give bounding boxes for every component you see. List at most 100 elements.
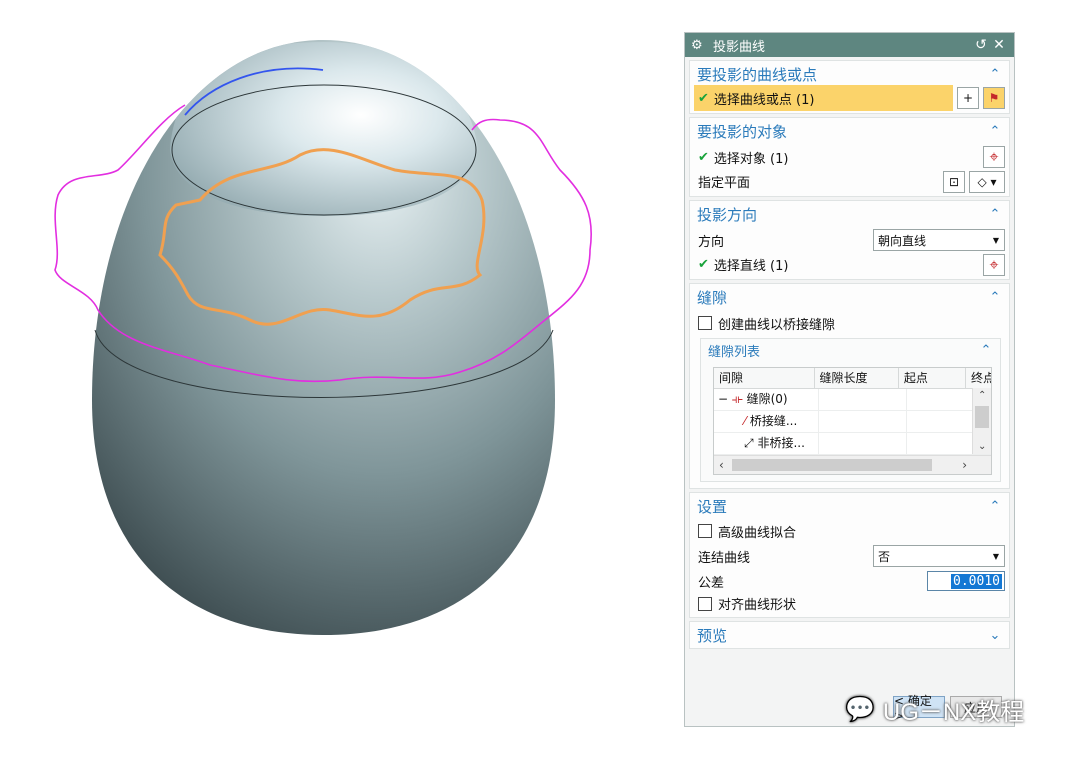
scroll-right-icon[interactable]: › [962,458,967,472]
column-header[interactable]: 间隙 [714,368,815,388]
group-curves-header[interactable]: 要投影的曲线或点 ⌃ [690,61,1009,87]
gap-icon: ⟛ [731,392,743,406]
project-curve-dialog: ⚙ 投影曲线 ↺ ✕ 要投影的曲线或点 ⌃ ✔ 选择曲线或点 (1) + ⚑ 要… [684,32,1015,727]
group-objects-title: 要投影的对象 [697,122,788,141]
tolerance-row: 公差 0.0010 [690,569,1009,593]
bridge-gap-row[interactable]: 创建曲线以桥接缝隙 [690,310,1009,336]
group-direction-title: 投影方向 [697,205,758,224]
table-row[interactable]: − ⟛ 缝隙(0) [714,389,991,411]
scroll-thumb[interactable] [732,459,932,471]
group-preview-header[interactable]: 预览 ⌄ [690,622,1009,648]
tree-node-label: 桥接缝... [749,414,798,428]
advanced-fit-checkbox[interactable] [698,524,712,538]
specify-plane-row: 指定平面 ⊡ ◇ ▾ [690,170,1009,196]
join-curves-value: 否 [878,549,891,564]
gap-list-group: 缝隙列表 ⌃ 间隙 缝隙长度 起点 终点 − ⟛ 缝隙(0) ⁄ 桥接缝... … [700,338,1001,482]
dialog-titlebar[interactable]: ⚙ 投影曲线 ↺ ✕ [685,33,1014,57]
tree-collapse-icon[interactable]: − [718,392,728,406]
tree-node-label: 缝隙(0) [746,392,788,406]
collapse-caret-icon[interactable]: ⌃ [978,343,994,358]
join-curves-row: 连结曲线 否 ▼ [690,543,1009,569]
egg-body[interactable] [92,40,555,635]
scroll-left-icon[interactable]: ‹ [719,458,724,472]
check-icon: ✔ [698,257,709,272]
curve-point-tool-icon[interactable]: + [957,87,979,109]
group-settings-title: 设置 [697,497,728,516]
bridge-gap-label: 创建曲线以桥接缝隙 [718,317,836,333]
check-icon: ✔ [698,149,709,165]
direction-row: 方向 朝向直线 ▼ [690,227,1009,253]
reset-icon[interactable]: ↺ [972,37,990,53]
group-gap-header[interactable]: 缝隙 ⌃ [690,284,1009,310]
align-shape-checkbox[interactable] [698,596,712,611]
tolerance-label: 公差 [698,575,725,591]
group-curves-title: 要投影的曲线或点 [697,65,818,84]
select-objects-label: 选择对象 (1) [713,151,789,167]
collapse-caret-icon[interactable]: ⌃ [987,67,1003,82]
chevron-down-icon: ▼ [992,235,1000,245]
chevron-down-icon: ▼ [992,551,1000,561]
join-curves-label: 连结曲线 [698,550,751,566]
column-header[interactable]: 缝隙长度 [815,368,899,388]
advanced-fit-row[interactable]: 高级曲线拟合 [690,519,1009,543]
direction-label: 方向 [698,234,725,250]
horizontal-scrollbar[interactable]: ‹ › [714,455,991,474]
specify-plane-label: 指定平面 [698,176,751,191]
group-settings: 设置 ⌃ 高级曲线拟合 连结曲线 否 ▼ 公差 0.0010 对齐曲线形状 [689,492,1010,618]
tolerance-input[interactable]: 0.0010 [927,571,1005,591]
collapse-caret-icon[interactable]: ⌃ [987,290,1003,305]
group-preview-title: 预览 [697,626,728,645]
table-row[interactable]: ⤢ 非桥接... [714,433,991,455]
expand-caret-icon[interactable]: ⌄ [987,628,1003,643]
dialog-title: 投影曲线 [713,39,766,55]
gap-table-header: 间隙 缝隙长度 起点 终点 [714,368,991,389]
group-direction-header[interactable]: 投影方向 ⌃ [690,201,1009,227]
direction-select[interactable]: 朝向直线 ▼ [873,229,1005,251]
collapse-caret-icon[interactable]: ⌃ [987,207,1003,222]
non-bridge-line-icon: ⤢ [744,436,754,450]
crosshair-icon[interactable]: ⌖ [983,253,1005,276]
group-curves: 要投影的曲线或点 ⌃ ✔ 选择曲线或点 (1) + ⚑ [689,60,1010,114]
bridge-line-icon: ⁄ [744,414,747,428]
scroll-up-icon[interactable]: ⌃ [978,390,986,401]
gap-table: 间隙 缝隙长度 起点 终点 − ⟛ 缝隙(0) ⁄ 桥接缝... ⤢ 非桥接..… [713,367,992,475]
group-objects-header[interactable]: 要投影的对象 ⌃ [690,118,1009,144]
column-header[interactable]: 起点 [899,368,966,388]
curve-rule-icon[interactable]: ⚑ [983,87,1005,109]
select-line-label: 选择直线 (1) [713,259,789,274]
group-settings-header[interactable]: 设置 ⌃ [690,493,1009,519]
watermark: 💬 UG－NX教程 [845,692,1024,727]
group-objects: 要投影的对象 ⌃ ✔ 选择对象 (1) ⌖ 指定平面 ⊡ ◇ ▾ [689,117,1010,197]
bridge-gap-checkbox[interactable] [698,316,712,330]
join-curves-select[interactable]: 否 ▼ [873,545,1005,567]
group-gap: 缝隙 ⌃ 创建曲线以桥接缝隙 缝隙列表 ⌃ 间隙 缝隙长度 起点 终点 − ⟛ … [689,283,1010,489]
collapse-caret-icon[interactable]: ⌃ [987,499,1003,514]
select-line-row[interactable]: ✔ 选择直线 (1) ⌖ [690,253,1009,279]
scroll-thumb[interactable] [975,406,989,428]
select-curves-highlight[interactable]: ✔ 选择曲线或点 (1) [694,85,953,111]
gear-icon: ⚙ [691,37,703,53]
vertical-scrollbar[interactable]: ⌃ ⌄ [972,388,991,454]
select-curves-label: 选择曲线或点 (1) [713,92,815,108]
align-shape-row[interactable]: 对齐曲线形状 [690,593,1009,617]
crosshair-icon[interactable]: ⌖ [983,146,1005,168]
column-header[interactable]: 终点 [966,368,991,388]
tolerance-value: 0.0010 [951,573,1002,589]
plane-type-dropdown-icon[interactable]: ◇ ▾ [969,170,1005,193]
align-shape-label: 对齐曲线形状 [718,598,797,613]
check-icon: ✔ [698,90,709,106]
group-direction: 投影方向 ⌃ 方向 朝向直线 ▼ ✔ 选择直线 (1) ⌖ [689,200,1010,280]
scroll-down-icon[interactable]: ⌄ [978,441,986,452]
watermark-text: UG－NX教程 [882,699,1025,726]
select-curves-row[interactable]: ✔ 选择曲线或点 (1) + ⚑ [690,85,1009,113]
table-row[interactable]: ⁄ 桥接缝... [714,411,991,433]
model-viewport[interactable] [0,0,680,760]
close-icon[interactable]: ✕ [990,37,1008,53]
select-objects-row[interactable]: ✔ 选择对象 (1) ⌖ [690,144,1009,170]
gap-list-header[interactable]: 缝隙列表 ⌃ [701,339,1000,361]
collapse-caret-icon[interactable]: ⌃ [987,124,1003,139]
group-gap-title: 缝隙 [697,288,728,307]
plane-dialog-icon[interactable]: ⊡ [943,170,965,193]
direction-value: 朝向直线 [878,233,927,248]
tree-node-label: 非桥接... [757,436,805,450]
